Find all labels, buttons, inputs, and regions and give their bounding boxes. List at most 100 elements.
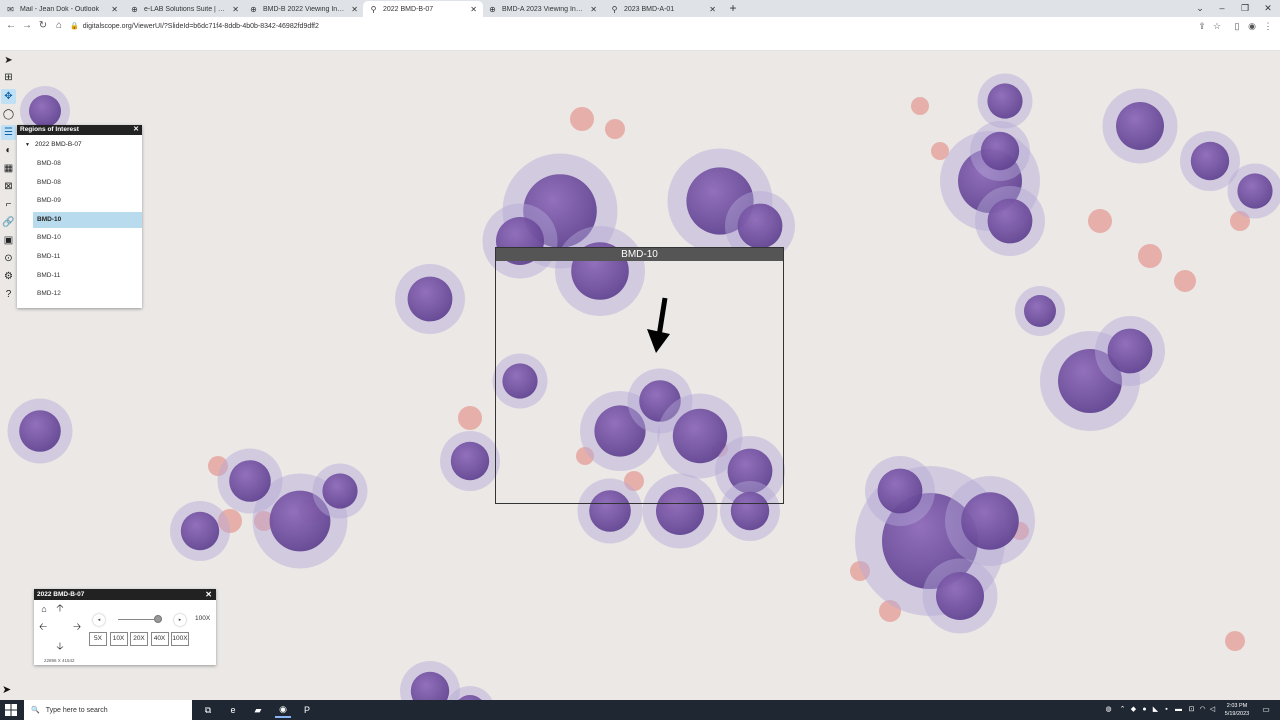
roi-item[interactable]: BMD-12	[33, 286, 142, 302]
zoom-slider-thumb[interactable]	[154, 615, 163, 623]
sidebar-icon[interactable]: ▯	[1231, 19, 1243, 33]
tray-app-icon[interactable]: ▪	[1162, 705, 1171, 714]
restore-button[interactable]: ❐	[1237, 1, 1253, 15]
browser-tab[interactable]: ⊕ e-LAB Solutions Suite | College o ✕	[124, 1, 245, 17]
grid-icon[interactable]: ⊞	[1, 70, 16, 85]
close-icon[interactable]: ✕	[133, 125, 139, 135]
file-explorer-icon[interactable]: ▰	[250, 702, 266, 718]
browser-tab[interactable]: ⚲ 2023 BMD-A-01 ✕	[604, 1, 722, 17]
wifi-icon[interactable]: ◠	[1198, 705, 1207, 714]
list-icon[interactable]: ☰	[1, 125, 16, 140]
home-icon[interactable]: ⌂	[52, 19, 66, 33]
profile-icon[interactable]: ◉	[1246, 19, 1258, 33]
reload-icon[interactable]: ↻	[36, 19, 50, 33]
tray-app-icon[interactable]: ◆	[1129, 705, 1138, 714]
clock-time: 2:03 PM	[1226, 703, 1248, 709]
browser-tab[interactable]: ✉ Mail - Jean Dok - Outlook ✕	[0, 1, 124, 17]
navigate-icon[interactable]: ➤	[1, 53, 16, 68]
pointer-icon[interactable]: ➤	[2, 683, 15, 697]
help-icon[interactable]: ?	[1, 287, 16, 302]
taskbar-search[interactable]: 🔍 Type here to search	[24, 700, 192, 720]
ruler-icon[interactable]: ⌐	[1, 197, 16, 212]
bookmark-star-icon[interactable]: ☆	[1211, 19, 1223, 33]
tab-search-icon[interactable]: ⌄	[1192, 1, 1208, 15]
snapshot-icon[interactable]: ▣	[1, 233, 16, 248]
pan-icon[interactable]: ✥	[1, 89, 16, 104]
arrow-down-icon[interactable]: 🡣	[54, 641, 66, 653]
volume-icon[interactable]: ◁	[1208, 705, 1217, 714]
back-icon[interactable]: ←	[4, 19, 18, 33]
task-view-icon[interactable]: ⧉	[200, 702, 216, 718]
cell-nucleus	[29, 95, 61, 127]
link-icon[interactable]: 🔗	[1, 215, 16, 230]
arrow-right-icon[interactable]: 🡢	[71, 622, 83, 634]
arrow-left-icon[interactable]: 🡠	[37, 622, 49, 634]
red-blood-cell	[1174, 270, 1196, 292]
magnification-button[interactable]: 40X	[150, 632, 169, 646]
coordinates-readout: 22896 X 41542	[44, 658, 75, 663]
roi-item[interactable]: BMD-08	[33, 175, 142, 191]
close-icon[interactable]: ✕	[205, 589, 212, 600]
forward-icon[interactable]: →	[20, 19, 34, 33]
home-icon[interactable]: ⌂	[38, 603, 50, 615]
tray-chevron-icon[interactable]: ⌃	[1118, 705, 1127, 714]
globe-icon: ⊕	[131, 4, 138, 14]
magnification-button[interactable]: 10X	[109, 632, 128, 646]
roi-item[interactable]: BMD-09	[33, 193, 142, 209]
roi-annotation-box[interactable]: BMD-10	[495, 247, 784, 504]
taskbar-clock[interactable]: 2:03 PM 5/19/2023	[1218, 702, 1256, 718]
tab-close-icon[interactable]: ✕	[232, 5, 239, 14]
tab-close-icon[interactable]: ✕	[351, 5, 358, 14]
cell-nucleus	[980, 131, 1020, 171]
zoom-out-button[interactable]: ◂	[93, 614, 105, 626]
roi-item[interactable]: BMD-08	[33, 156, 142, 172]
marker-icon[interactable]: ⊙	[1, 251, 16, 266]
tab-close-icon[interactable]: ✕	[590, 5, 597, 14]
arrow-up-icon[interactable]: 🡡	[54, 603, 66, 615]
browser-tab[interactable]: ⚲ 2022 BMD-B-07 ✕	[363, 1, 483, 17]
tab-close-icon[interactable]: ✕	[709, 5, 716, 14]
tab-close-icon[interactable]: ✕	[111, 5, 118, 14]
roi-group[interactable]: ▼ 2022 BMD-B-07	[25, 141, 82, 148]
caret-down-icon[interactable]: ▼	[25, 142, 30, 148]
close-window-button[interactable]: ✕	[1260, 1, 1276, 15]
color-adjust-icon[interactable]: ◐	[1, 143, 16, 158]
roi-item[interactable]: BMD-10	[33, 230, 142, 246]
magnification-button[interactable]: 20X	[130, 632, 148, 646]
url-text: digitalscope.org/ViewerUI/?SlideId=b6dc7…	[82, 22, 319, 30]
chrome-icon[interactable]: ◉	[275, 702, 291, 718]
zoom-in-button[interactable]: ▸	[174, 614, 186, 626]
magnification-button[interactable]: 100X	[171, 632, 189, 646]
magnification-button[interactable]: 5X	[89, 632, 107, 646]
tab-label: 2022 BMD-B-07	[383, 5, 434, 13]
roi-item[interactable]: BMD-11	[33, 268, 142, 284]
new-tab-button[interactable]: +	[726, 1, 740, 15]
tray-app-icon[interactable]: ⊡	[1187, 705, 1196, 714]
roi-item[interactable]: BMD-10	[33, 211, 142, 228]
image-icon[interactable]: ⊠	[1, 179, 16, 194]
tab-close-icon[interactable]: ✕	[470, 5, 477, 14]
red-blood-cell	[1225, 631, 1245, 651]
minimize-button[interactable]: –	[1214, 1, 1230, 15]
menu-icon[interactable]: ⋮	[1262, 19, 1274, 33]
powerpoint-icon[interactable]: P	[299, 702, 315, 718]
windows-start-icon[interactable]	[4, 703, 18, 717]
browser-tab[interactable]: ⊕ BMD-B 2022 Viewing Instructio ✕	[243, 1, 364, 17]
outlook-icon: ✉	[7, 4, 14, 14]
url-field[interactable]: 🔒 digitalscope.org/ViewerUI/?SlideId=b6d…	[70, 19, 1180, 33]
tray-app-icon[interactable]: ●	[1140, 705, 1149, 714]
tray-network-icon[interactable]: ◍	[1104, 705, 1113, 714]
tray-app-icon[interactable]: ◣	[1151, 705, 1160, 714]
notification-icon[interactable]: ▭	[1260, 704, 1272, 716]
browser-tab[interactable]: ⊕ BMD-A 2023 Viewing Instructio ✕	[482, 1, 603, 17]
edge-icon[interactable]: e	[225, 702, 241, 718]
settings-icon[interactable]: ⚙	[1, 269, 16, 284]
roi-item[interactable]: BMD-11	[33, 249, 142, 265]
table-icon[interactable]: ▦	[1, 161, 16, 176]
slide-viewer[interactable]: ➤ ⊞ ✥ ◯ ☰ ◐ ▦ ⊠ ⌐ 🔗 ▣ ⊙ ⚙? Regions of Interest ✕ ▼ 2…	[0, 51, 1280, 700]
roi-group-label: 2022 BMD-B-07	[34, 141, 82, 148]
share-icon[interactable]: ⇪	[1196, 19, 1208, 33]
cell-nucleus	[936, 572, 984, 620]
tray-app-icon[interactable]: ▬	[1174, 705, 1183, 714]
comment-icon[interactable]: ◯	[1, 107, 16, 122]
